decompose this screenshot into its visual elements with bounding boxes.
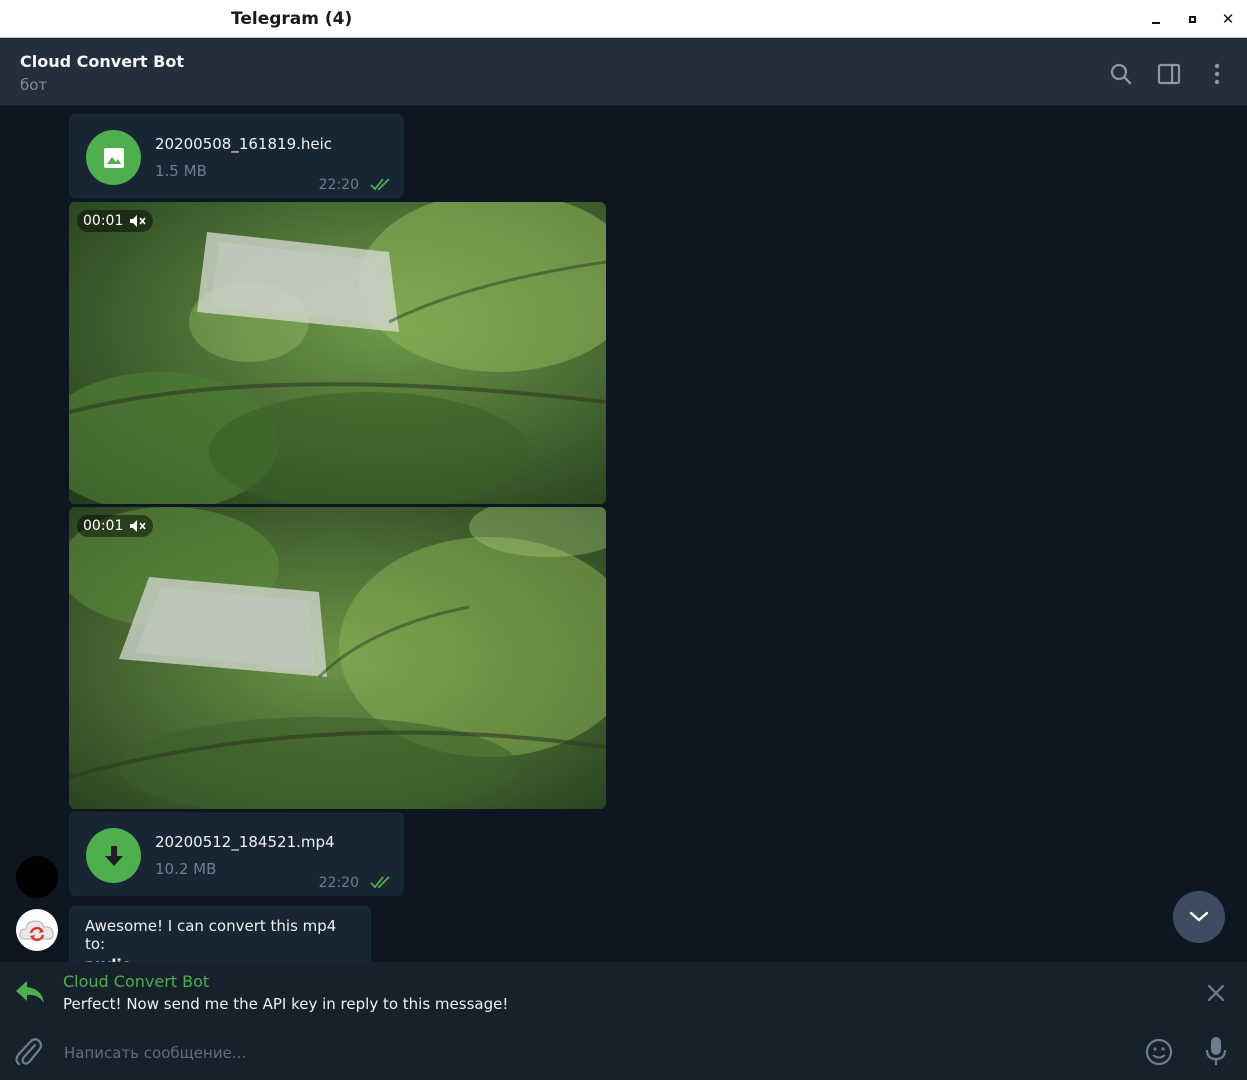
message-text: Awesome! I can convert this mp4 to: [85, 917, 337, 953]
download-icon [104, 845, 123, 866]
reply-author[interactable]: Cloud Convert Bot [63, 972, 209, 991]
file-open-button[interactable] [86, 130, 141, 185]
file-message-mp4[interactable]: 20200512_184521.mp4 10.2 MB 22:20 [69, 812, 404, 896]
window-titlebar: Telegram (4) ✕ [0, 0, 1247, 38]
chevron-down-icon [1189, 911, 1209, 922]
double-check-icon [370, 876, 390, 889]
more-icon[interactable] [1204, 61, 1230, 87]
window-title: Telegram (4) [231, 9, 353, 29]
chat-title[interactable]: Cloud Convert Bot [20, 52, 184, 71]
message-time: 22:20 [318, 177, 359, 193]
message-input[interactable] [64, 1040, 1114, 1066]
file-size: 10.2 MB [155, 860, 217, 878]
emoji-icon[interactable] [1144, 1037, 1174, 1067]
reply-text[interactable]: Perfect! Now send me the API key in repl… [63, 995, 508, 1013]
message-input-bar [0, 1026, 1247, 1080]
search-icon[interactable] [1108, 61, 1134, 87]
avatar[interactable] [16, 856, 58, 898]
maximize-button[interactable] [1182, 8, 1202, 30]
message-time: 22:20 [318, 875, 359, 891]
close-reply-icon[interactable] [1205, 982, 1227, 1004]
file-size: 1.5 MB [155, 162, 207, 180]
video-message-1[interactable]: 00:01 [69, 202, 606, 504]
double-check-icon [370, 178, 390, 191]
microphone-icon[interactable] [1202, 1035, 1230, 1067]
close-button[interactable]: ✕ [1218, 8, 1238, 30]
file-name: 20200508_161819.heic [155, 135, 333, 153]
video-duration: 00:01 [83, 213, 124, 229]
message-list[interactable]: 20200508_161819.heic 1.5 MB 22:20 00:01 … [0, 106, 1247, 962]
video-duration-badge: 00:01 [77, 210, 154, 232]
chat-subtitle: бот [20, 76, 48, 94]
bot-text-message[interactable]: Awesome! I can convert this mp4 to: audi… [69, 906, 371, 962]
maximize-icon [1188, 16, 1196, 23]
chat-header: Cloud Convert Bot бот [0, 39, 1247, 106]
minimize-button[interactable] [1146, 8, 1166, 30]
cloud-convert-logo-icon [19, 920, 54, 942]
video-thumbnail [69, 202, 606, 504]
sidebar-icon[interactable] [1156, 61, 1182, 87]
paperclip-icon[interactable] [13, 1036, 43, 1068]
file-message-heic[interactable]: 20200508_161819.heic 1.5 MB 22:20 [69, 114, 404, 198]
reply-bar: Cloud Convert Bot Perfect! Now send me t… [0, 962, 1247, 1026]
video-message-2[interactable]: 00:01 [69, 507, 606, 809]
mute-icon[interactable] [129, 214, 147, 228]
minimize-icon [1152, 22, 1160, 24]
bot-avatar[interactable] [16, 909, 58, 951]
reply-icon [16, 981, 44, 1003]
scroll-down-button[interactable] [1173, 891, 1225, 943]
file-name: 20200512_184521.mp4 [155, 833, 335, 851]
video-duration-badge: 00:01 [77, 515, 154, 537]
mute-icon[interactable] [129, 519, 147, 533]
video-thumbnail [69, 507, 606, 809]
video-duration: 00:01 [83, 518, 124, 534]
file-download-button[interactable] [86, 828, 141, 883]
image-icon [103, 147, 124, 168]
close-icon: ✕ [1221, 10, 1235, 28]
